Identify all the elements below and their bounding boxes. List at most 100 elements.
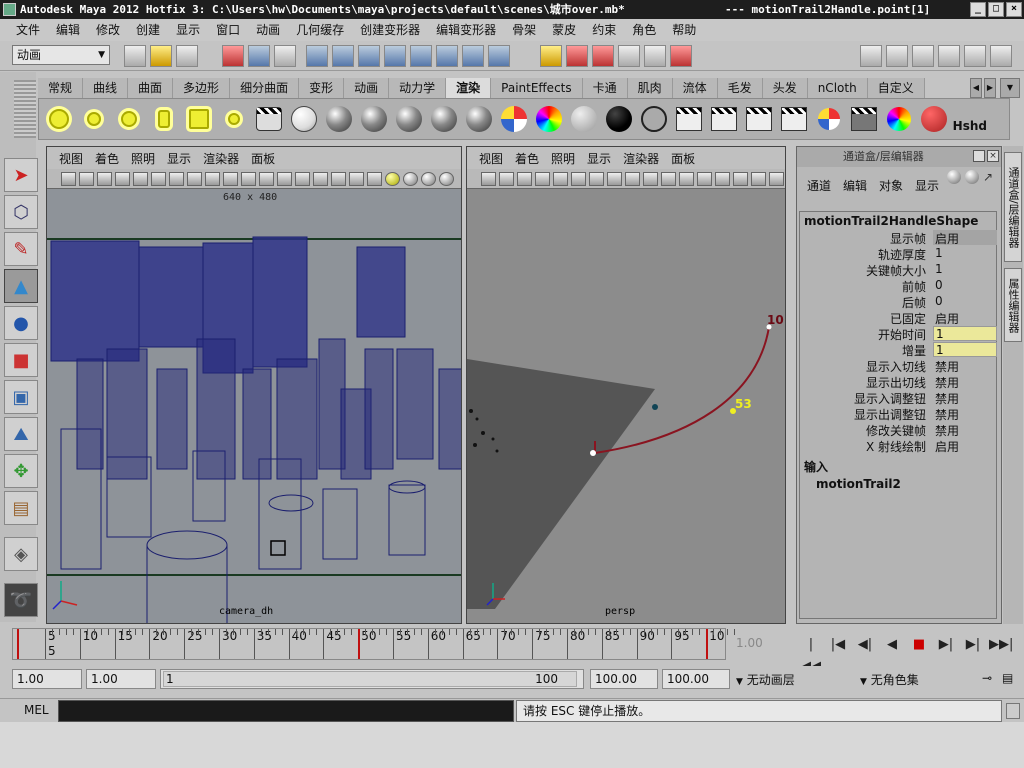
render-clapboard-icon[interactable] [673,103,705,135]
menu-animate[interactable]: 动画 [248,19,288,41]
batch-render-icon[interactable] [743,103,775,135]
attr-value[interactable]: 启用 [933,438,997,454]
rotate-tool-button[interactable]: ● [4,306,38,340]
attr-value[interactable]: 0 [933,278,997,293]
safe-action-icon[interactable] [571,171,586,186]
selected-node-name[interactable]: motionTrail2HandleShape [800,212,996,230]
shelf-tab-general[interactable]: 常规 [38,78,84,98]
time-slider[interactable]: 5 10 15 20 25 30 35 40 45 50 55 60 65 70 75 80 85 90 95 10 5 [12,628,736,660]
mask-joint-icon[interactable] [332,45,354,67]
new-scene-icon[interactable] [124,45,146,67]
shelf-tab-toon[interactable]: 卡通 [582,78,628,98]
shadows-icon[interactable] [259,171,274,186]
snap-point-icon[interactable] [618,45,640,67]
move-tool-button[interactable]: ▲ [4,269,38,303]
render-current-icon[interactable] [886,45,908,67]
attr-row[interactable]: 显示帧 启用 [800,230,997,246]
attr-value[interactable]: 1 [933,246,997,261]
select-hierarchy-icon[interactable] [222,45,244,67]
film-gate-icon[interactable] [535,171,550,186]
volume-light-icon[interactable] [218,103,250,135]
bookmark-icon[interactable] [79,171,94,186]
menu-help[interactable]: 帮助 [664,19,704,41]
channel-box-toggle-icon[interactable] [964,45,986,67]
minimize-button[interactable]: _ [970,2,986,17]
shelf-tab-deformation[interactable]: 变形 [299,78,345,98]
shelf-tab-polygons[interactable]: 多边形 [173,78,231,98]
attr-value[interactable]: 启用 [933,230,997,246]
go-to-end-icon[interactable]: ▶▶| [989,634,1013,656]
menu-create-deformers[interactable]: 创建变形器 [352,19,428,41]
ipr-clapboard-icon[interactable] [708,103,740,135]
anisotropic-material-icon[interactable] [323,103,355,135]
attr-value[interactable]: 1 [933,342,997,357]
mask-surface-icon[interactable] [384,45,406,67]
attr-value[interactable]: 禁用 [933,422,997,438]
shelf-tab-painteffects[interactable]: PaintEffects [491,78,583,98]
layered-shader-icon[interactable] [498,103,530,135]
shelf-tab-fluids[interactable]: 流体 [672,78,718,98]
vp-menu-shading[interactable]: 着色 [89,150,125,167]
shelf-tab-dynamics[interactable]: 动力学 [389,78,447,98]
character-set-dropdown[interactable]: ▼ 无角色集 [860,671,919,688]
snap-curve-icon[interactable] [592,45,614,67]
camera-icon[interactable] [253,103,285,135]
surface-shader-icon[interactable] [603,103,635,135]
render-view-icon[interactable] [860,45,882,67]
vp-menu-show[interactable]: 显示 [581,150,617,167]
stop-icon[interactable]: ■ [908,634,930,656]
playback-end-field[interactable]: 100.00 [590,669,658,689]
attr-row[interactable]: 前帧 0 [800,278,996,294]
shelf-tab-custom[interactable]: 自定义 [867,78,925,98]
ao-icon[interactable] [439,171,454,186]
playback-start-field[interactable]: 1.00 [86,669,156,689]
menu-set-dropdown[interactable]: 动画 ▼ [12,45,110,65]
render-settings-clapboard-icon[interactable] [778,103,810,135]
snap-grid-icon[interactable] [566,45,588,67]
isolate-select-icon[interactable] [733,171,748,186]
attr-row[interactable]: 已固定 启用 [800,310,996,326]
wireframe-icon[interactable] [607,171,622,186]
menu-window[interactable]: 窗口 [208,19,248,41]
grid-icon[interactable] [589,171,604,186]
close-button[interactable]: × [1006,2,1022,17]
shelf-tab-rendering[interactable]: 渲染 [446,78,492,98]
select-tool-button[interactable]: ➤ [4,158,38,192]
shadows-icon[interactable] [679,171,694,186]
step-back-frame-icon[interactable]: |◀ [827,634,849,656]
area-light-icon[interactable] [183,103,215,135]
shelf-tab-surfaces[interactable]: 曲面 [128,78,174,98]
vp-menu-panels[interactable]: 面板 [245,150,281,167]
attr-value[interactable]: 1 [933,326,997,341]
wireframe-icon[interactable] [187,171,202,186]
tab-attribute-editor[interactable]: 属性编辑器 [1004,268,1022,342]
hud-text-icon[interactable] [295,171,310,186]
play-backwards-icon[interactable]: ◀ [881,634,903,656]
vp-menu-lighting[interactable]: 照明 [125,150,161,167]
mask-render-icon[interactable] [462,45,484,67]
hypershade-icon[interactable] [813,103,845,135]
step-back-key-icon[interactable]: ◀| [854,634,876,656]
render-layer-icon[interactable] [848,103,880,135]
vp-menu-renderer[interactable]: 渲染器 [617,150,665,167]
shading-map-icon[interactable] [568,103,600,135]
mask-handle-icon[interactable] [306,45,328,67]
menu-constrain[interactable]: 约束 [584,19,624,41]
ramp-shader-icon[interactable] [533,103,565,135]
spot-light-icon[interactable] [148,103,180,135]
auto-key-icon[interactable]: ⊸ [982,671,992,685]
menu-geometry-cache[interactable]: 几何缓存 [288,19,352,41]
range-slider-handle[interactable]: 1 100 [163,671,577,687]
script-editor-button[interactable] [1006,703,1020,719]
shadow-light-icon[interactable] [421,171,436,186]
xray-icon[interactable] [277,171,292,186]
menu-file[interactable]: 文件 [8,19,48,41]
open-scene-icon[interactable] [150,45,172,67]
menu-edit[interactable]: 编辑 [48,19,88,41]
vp-menu-show[interactable]: 显示 [161,150,197,167]
checker-icon[interactable] [367,171,382,186]
menu-create[interactable]: 创建 [128,19,168,41]
cube-textured-icon[interactable] [349,171,364,186]
hypershade-shelf-label[interactable]: Hshd [953,119,987,133]
vp-menu-view[interactable]: 视图 [53,150,89,167]
